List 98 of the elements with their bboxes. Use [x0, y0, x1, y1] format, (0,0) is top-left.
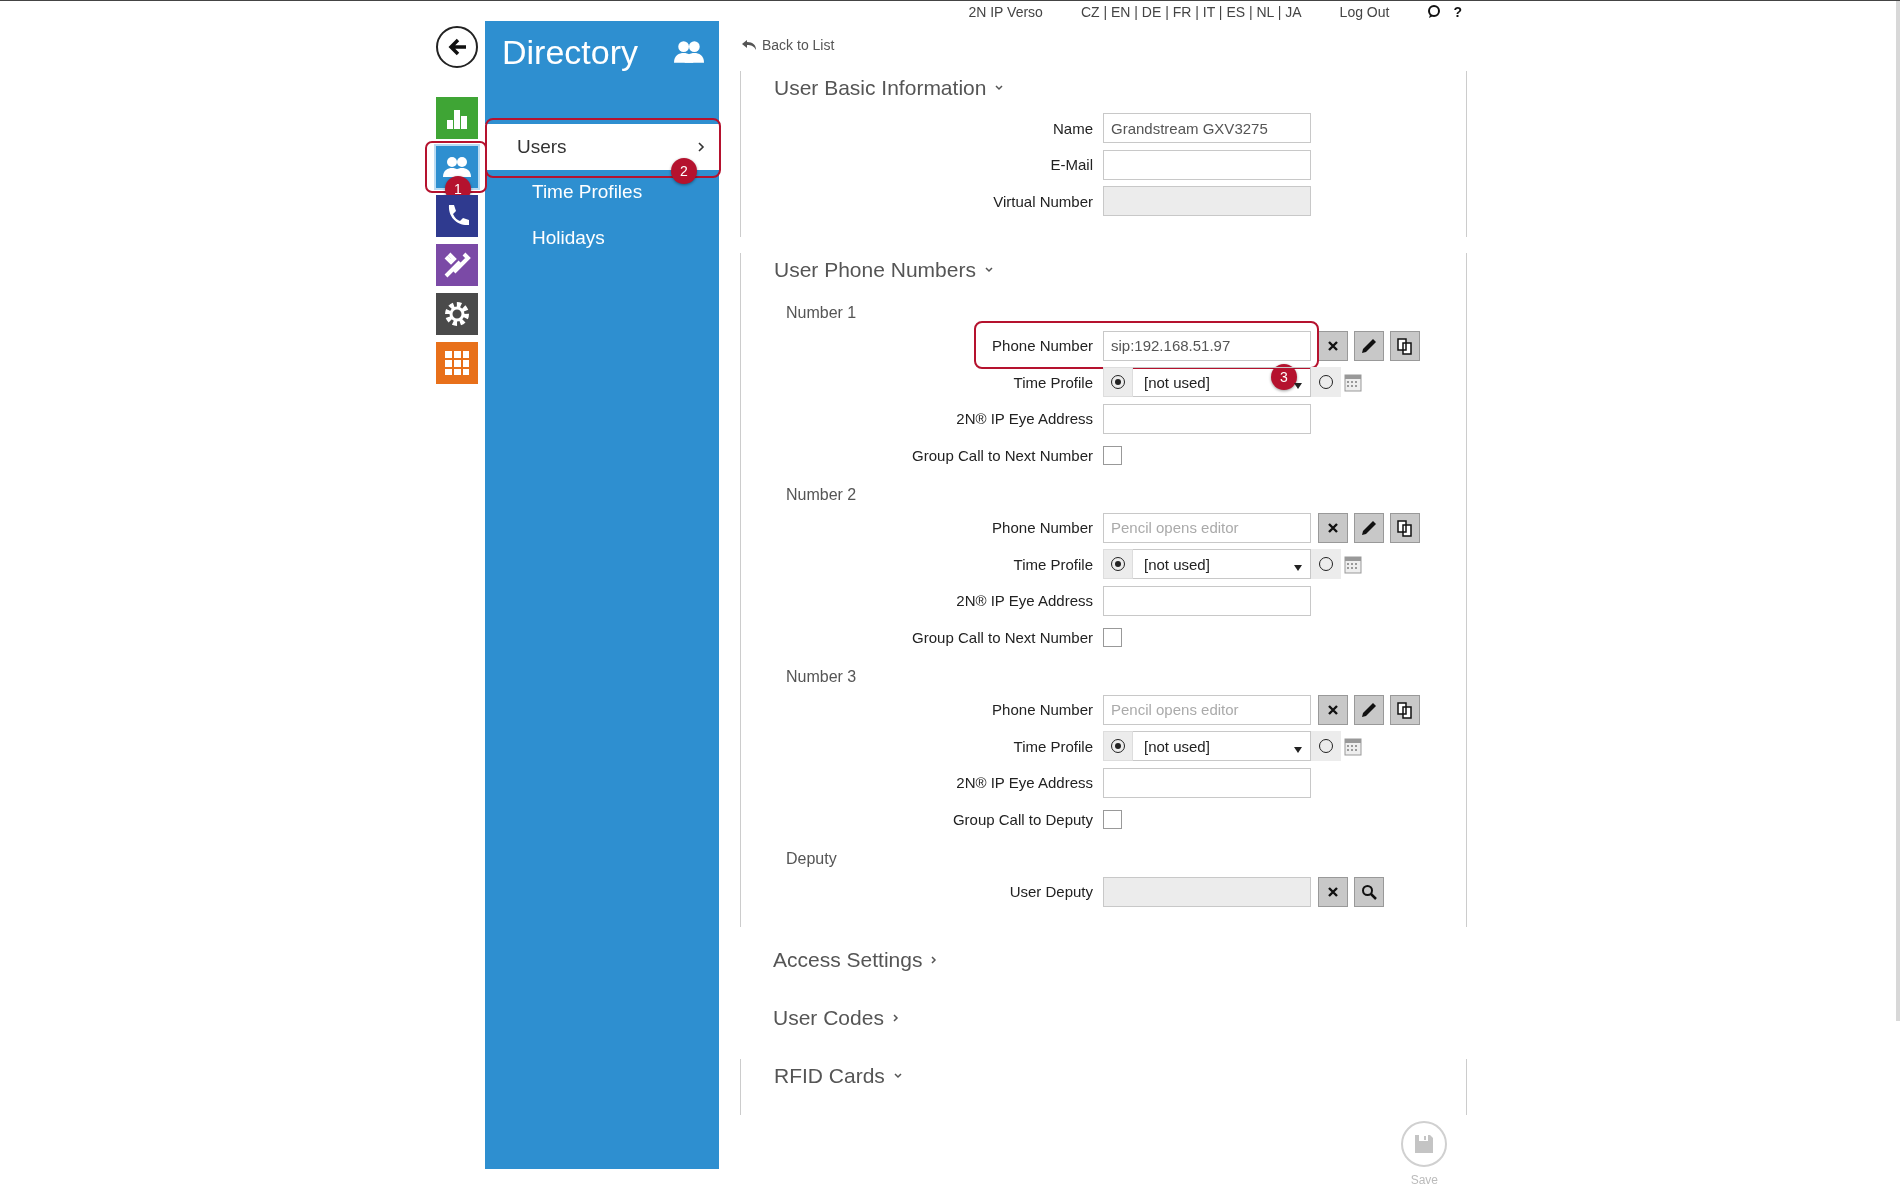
group-title: Number 3: [785, 666, 858, 687]
gear-icon: [442, 299, 472, 329]
field-label: Phone Number: [991, 701, 1094, 718]
field-label: Group Call to Next Number: [911, 628, 1094, 646]
sidebar-title: Directory: [502, 32, 639, 72]
copy-button[interactable]: [1390, 694, 1420, 725]
sidebar-item[interactable]: Holidays: [500, 226, 719, 250]
clear-button[interactable]: [1318, 694, 1348, 725]
field-label: Time Profile: [1012, 373, 1094, 391]
field-label: 2N® IP Eye Address: [955, 774, 1094, 791]
back-arrow-icon: [742, 39, 756, 51]
chevron-down-icon: [892, 1072, 903, 1080]
radio-button[interactable]: [1103, 367, 1133, 397]
copy-button[interactable]: [1390, 330, 1420, 361]
field-label: Time Profile: [1012, 737, 1094, 755]
text-field[interactable]: [1103, 585, 1311, 616]
callout-badge: 3: [1271, 363, 1297, 390]
field-label: Name: [1052, 119, 1094, 137]
field-label: Time Profile: [1012, 555, 1094, 573]
callout-badge: 2: [671, 158, 697, 184]
section-header[interactable]: User Codes: [773, 1001, 900, 1035]
edit-button[interactable]: [1354, 512, 1384, 543]
clear-button[interactable]: [1318, 876, 1348, 907]
clear-button[interactable]: [1318, 330, 1348, 361]
time-profile-select[interactable]: [not used]: [1133, 731, 1311, 761]
calendar-icon[interactable]: [1344, 372, 1362, 392]
calendar-icon[interactable]: [1344, 736, 1362, 756]
back-link[interactable]: Back to List: [742, 35, 1470, 55]
radio-button[interactable]: [1311, 367, 1341, 397]
section-header[interactable]: User Phone Numbers: [774, 252, 994, 287]
checkbox[interactable]: [1103, 445, 1122, 465]
device-name: 2N IP Verso: [968, 4, 1043, 20]
field-label: 2N® IP Eye Address: [955, 592, 1094, 609]
system-nav-icon[interactable]: [436, 342, 478, 384]
field-label: Group Call to Next Number: [911, 446, 1094, 464]
edit-button[interactable]: [1354, 694, 1384, 725]
group-title: Number 1: [785, 302, 858, 323]
time-profile-select[interactable]: [not used]: [1133, 549, 1311, 579]
group-title: Deputy: [785, 848, 838, 869]
checkbox[interactable]: [1103, 627, 1122, 647]
field-label: 2N® IP Eye Address: [955, 410, 1094, 427]
grid-icon: [444, 350, 470, 376]
radio-button[interactable]: [1103, 549, 1133, 579]
field-label: Virtual Number: [992, 192, 1094, 210]
text-field[interactable]: [1103, 149, 1311, 180]
text-field[interactable]: [1103, 767, 1311, 798]
copy-icon: [1395, 699, 1415, 720]
field-label: User Deputy: [1008, 883, 1094, 900]
radio-button[interactable]: [1311, 549, 1341, 579]
text-field[interactable]: [1103, 403, 1311, 434]
checkbox[interactable]: [1103, 809, 1122, 829]
phone-nav-icon[interactable]: [436, 195, 478, 237]
phone-number-field[interactable]: sip:192.168.51.97: [1103, 330, 1311, 361]
text-field[interactable]: Grandstream GXV3275: [1103, 113, 1311, 143]
tools-icon: [442, 250, 472, 280]
copy-icon: [1395, 517, 1415, 538]
section-header[interactable]: Access Settings: [773, 943, 939, 977]
close-icon: [1327, 339, 1339, 352]
clear-button[interactable]: [1318, 512, 1348, 543]
scrollbar[interactable]: [1896, 1, 1900, 1021]
chevron-right-icon: [891, 1013, 900, 1023]
close-icon: [1327, 885, 1339, 898]
search-button[interactable]: [1354, 876, 1384, 907]
calendar-icon[interactable]: [1344, 554, 1362, 574]
field-label: Phone Number: [991, 519, 1094, 536]
status-nav-icon[interactable]: [436, 97, 478, 139]
chevron-down-icon: [994, 84, 1005, 92]
phone-number-field[interactable]: Pencil opens editor: [1103, 512, 1311, 543]
field-label: E-Mail: [1049, 156, 1094, 173]
caret-icon: [1294, 565, 1302, 571]
chevron-right-icon: [930, 955, 939, 965]
field-label: Phone Number: [991, 337, 1094, 354]
copy-icon: [1395, 335, 1415, 356]
hardware-nav-icon[interactable]: [436, 293, 478, 335]
chevron-down-icon: [983, 265, 994, 274]
group-title: Number 2: [785, 484, 858, 505]
save-label: Save: [1410, 1173, 1438, 1187]
back-arrow-icon: [446, 36, 468, 58]
help-link[interactable]: ?: [1453, 4, 1462, 20]
close-icon: [1327, 521, 1339, 534]
caret-icon: [1294, 383, 1302, 389]
section-header[interactable]: User Basic Information: [774, 71, 1005, 105]
back-button[interactable]: [436, 26, 478, 68]
field-label: Group Call to Deputy: [951, 810, 1094, 828]
close-icon: [1327, 703, 1339, 716]
edit-button[interactable]: [1354, 330, 1384, 361]
chat-icon[interactable]: [1427, 5, 1442, 19]
services-nav-icon[interactable]: [436, 244, 478, 286]
radio-button[interactable]: [1103, 731, 1133, 761]
language-links[interactable]: CZ | EN | DE | FR | IT | ES | NL | JA: [1080, 4, 1302, 20]
phone-number-field[interactable]: Pencil opens editor: [1103, 694, 1311, 725]
search-icon: [1361, 883, 1377, 900]
logout-link[interactable]: Log Out: [1339, 4, 1390, 20]
section-header[interactable]: RFID Cards: [774, 1059, 903, 1093]
copy-button[interactable]: [1390, 512, 1420, 543]
caret-icon: [1294, 747, 1302, 753]
radio-button[interactable]: [1311, 731, 1341, 761]
chevron-icon: [697, 141, 705, 153]
